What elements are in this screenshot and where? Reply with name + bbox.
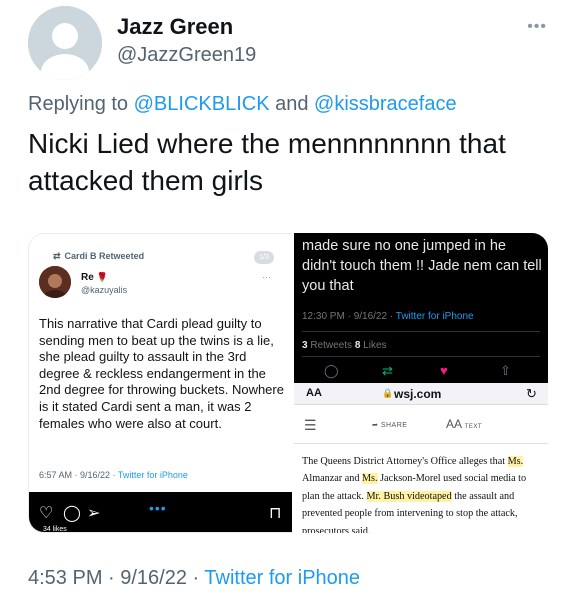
media-image-left[interactable]: ⇄ Cardi B Retweeted 1/3 Re 🌹 @kazuyalis ·…	[28, 233, 292, 533]
highlighted-text: Ms.	[507, 456, 524, 467]
page-indicator: 1/3	[254, 251, 274, 264]
embedded-tweet-text-dark: made sure no one jumped in he didn't tou…	[302, 238, 542, 294]
profile-photo-icon	[39, 266, 71, 298]
divider	[294, 443, 548, 444]
mention-link-blickblick[interactable]: @BLICKBLICK	[134, 93, 270, 115]
mention-link-kissbraceface[interactable]: @kissbraceface	[314, 93, 457, 115]
tweet-source-link[interactable]: Twitter for iPhone	[204, 567, 360, 589]
rose-emoji: 🌹	[96, 272, 108, 282]
embedded-user-handle: @kazuyalis	[81, 285, 128, 295]
retweet-icon: ⇄	[53, 251, 61, 261]
reply-joiner: and	[269, 93, 315, 115]
author-name[interactable]: Jazz Green	[117, 14, 233, 40]
hamburger-menu-icon: ☰	[304, 417, 317, 433]
embedded-tweet-text: This narrative that Cardi plead guilty t…	[39, 316, 284, 431]
share-icon: ⇧	[500, 363, 511, 378]
text-size-control: AA TEXT	[446, 417, 483, 431]
avatar[interactable]	[28, 6, 102, 80]
lock-icon: 🔒	[382, 388, 394, 398]
article-toolbar: ☰ ➦ SHARE AA TEXT	[294, 417, 548, 439]
reload-icon: ↻	[526, 386, 537, 401]
browser-url-bar: AA 🔒 wsj.com ↻	[294, 383, 548, 405]
instagram-action-bar: ♡ ◯ ➢ ••• ⊓ 34 likes	[29, 492, 292, 533]
embedded-avatar	[39, 266, 71, 298]
embedded-tweet-meta: 6:57 AM · 9/16/22 · Twitter for iPhone	[39, 470, 188, 480]
carousel-dots-icon: •••	[149, 500, 167, 516]
article-paragraph: The Queens District Attorney's Office al…	[302, 456, 527, 533]
comment-icon: ◯	[63, 505, 81, 522]
media-image-bottom-right[interactable]: AA 🔒 wsj.com ↻ ☰ ➦ SHARE AA TEXT The Que…	[294, 383, 548, 533]
likes-text: 34 likes	[43, 526, 67, 533]
reader-aa-button: AA	[306, 387, 322, 399]
engagement-stats: 3 Retweets 8 Likes	[302, 340, 387, 351]
highlighted-text: Mr. Bush videotaped	[366, 490, 452, 502]
embedded-tweet-meta-dark: 12:30 PM · 9/16/22 · Twitter for iPhone	[302, 311, 474, 322]
reply-icon: ◯	[324, 363, 339, 378]
tweet-text: Nicki Lied where the mennnnnnnn that att…	[28, 128, 506, 196]
retweet-icon: ⇄	[382, 363, 393, 378]
retweet-context: ⇄ Cardi B Retweeted	[53, 251, 144, 262]
media-grid: ⇄ Cardi B Retweeted 1/3 Re 🌹 @kazuyalis ·…	[28, 233, 548, 533]
tweet-timestamp: 4:53 PM · 9/16/22 · Twitter for iPhone	[28, 567, 361, 589]
send-icon: ➢	[87, 505, 101, 522]
heart-filled-icon: ♥	[440, 363, 448, 378]
reply-context: Replying to @BLICKBLICK and @kissbracefa…	[28, 93, 457, 116]
default-avatar-icon	[28, 6, 102, 80]
bookmark-icon: ⊓	[269, 505, 282, 522]
share-arrow-icon: ➦	[372, 422, 381, 429]
embedded-user-name: Re 🌹	[81, 272, 108, 283]
more-horizontal-icon[interactable]: •••	[527, 18, 547, 36]
highlighted-text: Ms.	[361, 473, 378, 485]
url-text: wsj.com	[394, 387, 442, 401]
embedded-more-icon: ···	[262, 272, 271, 282]
divider	[302, 331, 540, 332]
heart-outline-icon: ♡	[39, 505, 54, 522]
share-label: ➦ SHARE	[372, 422, 408, 429]
media-image-top-right[interactable]: made sure no one jumped in he didn't tou…	[294, 233, 548, 383]
divider	[302, 356, 540, 357]
reply-prefix: Replying to	[28, 93, 134, 115]
retweet-label: Cardi B Retweeted	[64, 251, 145, 261]
author-handle[interactable]: @JazzGreen19	[117, 44, 256, 67]
